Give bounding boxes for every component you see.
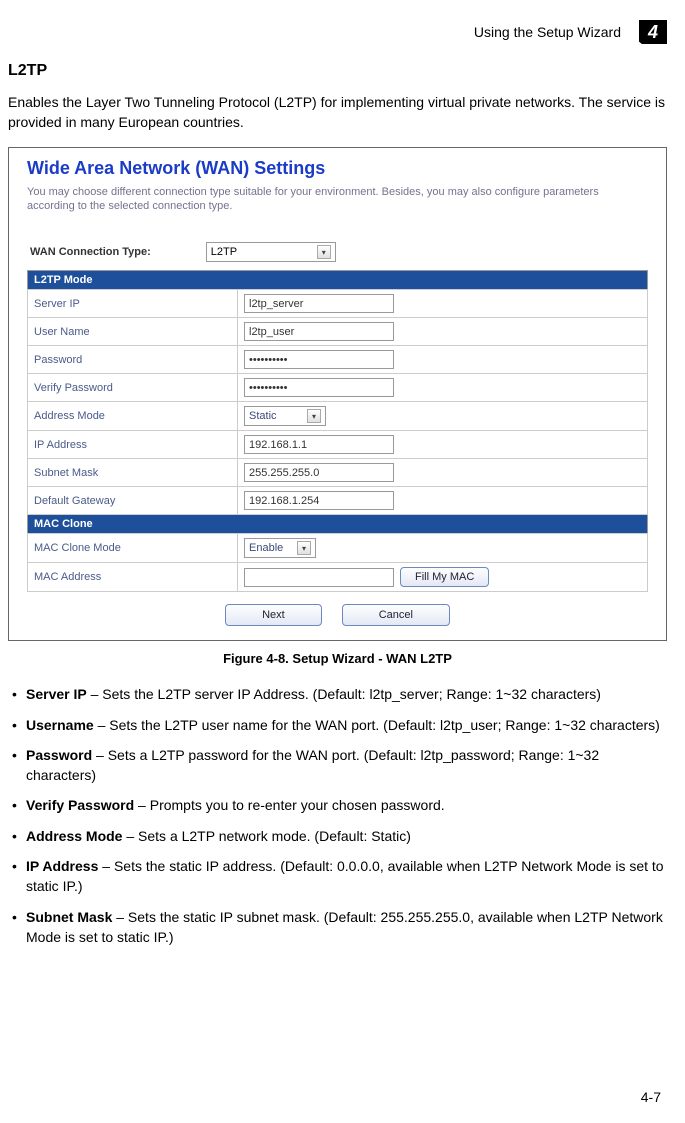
list-item: Address Mode – Sets a L2TP network mode.… — [10, 826, 667, 846]
bullet-bold: Verify Password — [26, 797, 134, 813]
bullet-bold: Subnet Mask — [26, 909, 112, 925]
subnet-mask-input[interactable] — [244, 463, 394, 482]
l2tp-form-table: Server IP User Name Password Verify Pass… — [27, 289, 648, 515]
chevron-down-icon: ▾ — [297, 541, 311, 555]
mac-address-label: MAC Address — [28, 563, 238, 592]
page-header: Using the Setup Wizard 4 — [8, 20, 667, 44]
list-item: Server IP – Sets the L2TP server IP Addr… — [10, 684, 667, 704]
mac-address-input[interactable] — [244, 568, 394, 587]
mac-form-table: MAC Clone Mode Enable ▾ MAC Address Fill… — [27, 533, 648, 592]
subnet-mask-label: Subnet Mask — [28, 459, 238, 487]
mac-clone-header: MAC Clone — [27, 515, 648, 533]
table-row: User Name — [28, 318, 648, 346]
default-gateway-label: Default Gateway — [28, 487, 238, 515]
mac-clone-mode-value: Enable — [249, 542, 283, 554]
bullet-bold: Username — [26, 717, 94, 733]
bullet-text: – Sets the L2TP server IP Address. (Defa… — [87, 686, 601, 702]
table-row: Password — [28, 346, 648, 374]
mac-clone-mode-select[interactable]: Enable ▾ — [244, 538, 316, 558]
chapter-number: 4 — [648, 22, 658, 43]
table-row: MAC Address Fill My MAC — [28, 563, 648, 592]
bullet-text: – Prompts you to re-enter your chosen pa… — [134, 797, 444, 813]
chevron-down-icon: ▾ — [317, 245, 331, 259]
mac-clone-mode-label: MAC Clone Mode — [28, 534, 238, 563]
bullet-list: Server IP – Sets the L2TP server IP Addr… — [8, 684, 667, 947]
table-row: Subnet Mask — [28, 459, 648, 487]
user-name-label: User Name — [28, 318, 238, 346]
server-ip-label: Server IP — [28, 290, 238, 318]
cancel-button[interactable]: Cancel — [342, 604, 450, 626]
conn-type-label: WAN Connection Type: — [30, 246, 151, 258]
user-name-input[interactable] — [244, 322, 394, 341]
bullet-text: – Sets the L2TP user name for the WAN po… — [94, 717, 660, 733]
section-title: L2TP — [8, 62, 667, 80]
screenshot-panel: Wide Area Network (WAN) Settings You may… — [8, 147, 667, 642]
ip-address-label: IP Address — [28, 431, 238, 459]
conn-type-row: WAN Connection Type: L2TP ▾ — [27, 242, 648, 262]
wan-title: Wide Area Network (WAN) Settings — [27, 158, 648, 179]
bullet-bold: Password — [26, 747, 92, 763]
next-button[interactable]: Next — [225, 604, 322, 626]
chevron-down-icon: ▾ — [307, 409, 321, 423]
running-head: Using the Setup Wizard — [474, 24, 621, 40]
bullet-bold: Address Mode — [26, 828, 122, 844]
server-ip-input[interactable] — [244, 294, 394, 313]
bullet-text: – Sets a L2TP password for the WAN port.… — [26, 747, 599, 783]
section-description: Enables the Layer Two Tunneling Protocol… — [8, 92, 667, 133]
l2tp-mode-header: L2TP Mode — [27, 270, 648, 289]
figure-caption: Figure 4-8. Setup Wizard - WAN L2TP — [8, 651, 667, 666]
address-mode-value: Static — [249, 410, 277, 422]
table-row: Address Mode Static ▾ — [28, 402, 648, 431]
list-item: Verify Password – Prompts you to re-ente… — [10, 795, 667, 815]
bullet-text: – Sets a L2TP network mode. (Default: St… — [122, 828, 410, 844]
table-row: Server IP — [28, 290, 648, 318]
bullet-text: – Sets the static IP address. (Default: … — [26, 858, 664, 894]
table-row: IP Address — [28, 431, 648, 459]
bullet-bold: IP Address — [26, 858, 98, 874]
list-item: Subnet Mask – Sets the static IP subnet … — [10, 907, 667, 948]
list-item: Username – Sets the L2TP user name for t… — [10, 715, 667, 735]
table-row: Default Gateway — [28, 487, 648, 515]
bullet-bold: Server IP — [26, 686, 87, 702]
table-row: MAC Clone Mode Enable ▾ — [28, 534, 648, 563]
verify-password-label: Verify Password — [28, 374, 238, 402]
default-gateway-input[interactable] — [244, 491, 394, 510]
chapter-badge: 4 — [639, 20, 667, 44]
fill-my-mac-button[interactable]: Fill My MAC — [400, 567, 489, 587]
address-mode-label: Address Mode — [28, 402, 238, 431]
conn-type-value: L2TP — [211, 246, 237, 258]
button-row: Next Cancel — [27, 604, 648, 626]
ip-address-input[interactable] — [244, 435, 394, 454]
verify-password-input[interactable] — [244, 378, 394, 397]
password-input[interactable] — [244, 350, 394, 369]
list-item: Password – Sets a L2TP password for the … — [10, 745, 667, 786]
conn-type-select[interactable]: L2TP ▾ — [206, 242, 336, 262]
bullet-text: – Sets the static IP subnet mask. (Defau… — [26, 909, 663, 945]
list-item: IP Address – Sets the static IP address.… — [10, 856, 667, 897]
address-mode-select[interactable]: Static ▾ — [244, 406, 326, 426]
wan-subtitle: You may choose different connection type… — [27, 185, 648, 215]
password-label: Password — [28, 346, 238, 374]
table-row: Verify Password — [28, 374, 648, 402]
page-number: 4-7 — [641, 1089, 661, 1105]
